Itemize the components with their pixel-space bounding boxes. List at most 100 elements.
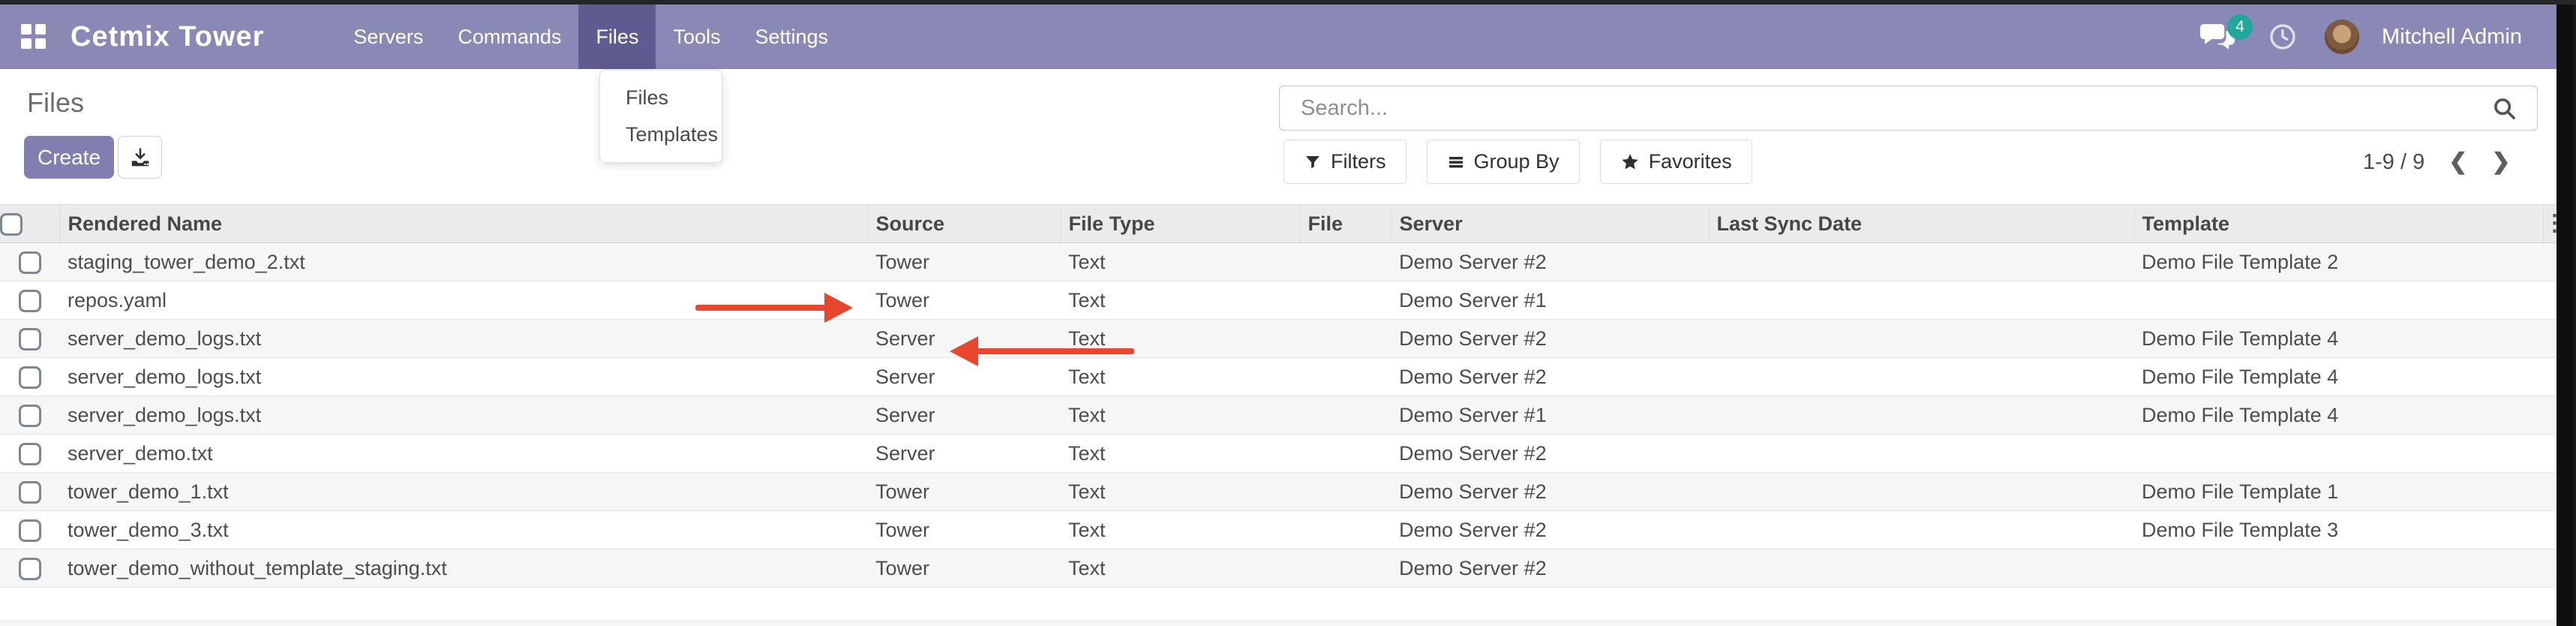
row-select-cell <box>0 243 60 281</box>
cell-last-sync-date <box>1709 320 2134 358</box>
cell-server: Demo Server #1 <box>1392 396 1709 435</box>
favorites-button[interactable]: Favorites <box>1600 140 1752 184</box>
messages-button[interactable]: 4 <box>2200 22 2235 52</box>
cell-template: Demo File Template 2 <box>2134 243 2543 281</box>
col-header-file[interactable]: File <box>1300 205 1392 243</box>
favorites-label: Favorites <box>1649 150 1732 173</box>
user-avatar[interactable] <box>2325 20 2359 54</box>
cell-source: Tower <box>868 473 1061 511</box>
cell-last-sync-date <box>1709 435 2134 473</box>
row-checkbox[interactable] <box>19 519 41 542</box>
row-end-spacer <box>2543 511 2556 549</box>
select-all-checkbox[interactable] <box>0 213 23 236</box>
cell-server: Demo Server #1 <box>1392 281 1709 320</box>
search-icon[interactable] <box>2492 96 2517 122</box>
cell-server: Demo Server #2 <box>1392 511 1709 549</box>
col-header-file-type[interactable]: File Type <box>1061 205 1300 243</box>
cell-last-sync-date <box>1709 281 2134 320</box>
col-header-server[interactable]: Server <box>1392 205 1709 243</box>
col-header-template[interactable]: Template <box>2134 205 2543 243</box>
filters-button[interactable]: Filters <box>1283 140 1407 184</box>
apps-grid-icon[interactable] <box>21 24 47 50</box>
nav-item-settings[interactable]: Settings <box>737 5 845 69</box>
cell-last-sync-date <box>1709 358 2134 396</box>
window-right-edge <box>2556 0 2576 626</box>
cell-rendered-name: server_demo.txt <box>60 435 868 473</box>
col-header-last-sync[interactable]: Last Sync Date <box>1709 205 2134 243</box>
table-row[interactable]: tower_demo_without_template_staging.txtT… <box>0 549 2556 588</box>
pager-next-icon[interactable]: ❯ <box>2491 151 2510 173</box>
cell-template: Demo File Template 4 <box>2134 396 2543 435</box>
menu-item-templates[interactable]: Templates <box>600 116 722 153</box>
cell-server: Demo Server #2 <box>1392 549 1709 588</box>
cell-template: Demo File Template 3 <box>2134 511 2543 549</box>
table-row[interactable]: server_demo_logs.txtServerTextDemo Serve… <box>0 358 2556 396</box>
row-checkbox[interactable] <box>19 481 41 504</box>
row-checkbox[interactable] <box>19 366 41 389</box>
cell-server: Demo Server #2 <box>1392 243 1709 281</box>
cell-file <box>1300 549 1392 588</box>
table-row[interactable]: staging_tower_demo_2.txtTowerTextDemo Se… <box>0 243 2556 281</box>
user-menu[interactable]: Mitchell Admin <box>2382 25 2522 50</box>
cell-template: Demo File Template 4 <box>2134 320 2543 358</box>
cell-template: Demo File Template 4 <box>2134 358 2543 396</box>
cell-file-type: Text <box>1061 281 1300 320</box>
cell-file-type: Text <box>1061 435 1300 473</box>
pager-previous-icon[interactable]: ❮ <box>2448 151 2467 173</box>
group-by-button[interactable]: Group By <box>1427 140 1580 184</box>
table-header-row: Rendered Name Source File Type File Serv… <box>0 205 2556 243</box>
cell-file <box>1300 435 1392 473</box>
nav-item-commands[interactable]: Commands <box>440 5 578 69</box>
table-row[interactable]: repos.yamlTowerTextDemo Server #1 <box>0 281 2556 320</box>
select-all-header <box>0 205 60 243</box>
row-select-cell <box>0 396 60 435</box>
row-checkbox[interactable] <box>19 328 41 351</box>
table-row[interactable]: server_demo.txtServerText Demo Server #2 <box>0 435 2556 473</box>
cell-file-type: Text <box>1061 511 1300 549</box>
nav-item-servers[interactable]: Servers <box>336 5 440 69</box>
cell-source: Tower <box>868 511 1061 549</box>
table-row[interactable]: server_demo_logs.txtServerTextDemo Serve… <box>0 320 2556 358</box>
import-button[interactable] <box>118 136 162 179</box>
col-header-rendered-name[interactable]: Rendered Name <box>60 205 868 243</box>
cell-source: Server <box>868 435 1061 473</box>
cell-template: Demo File Template 1 <box>2134 473 2543 511</box>
create-button[interactable]: Create <box>24 136 114 179</box>
row-checkbox[interactable] <box>19 290 41 312</box>
cell-server: Demo Server #2 <box>1392 435 1709 473</box>
pager-range: 1-9 / 9 <box>2363 150 2424 175</box>
bars-icon <box>1447 153 1465 171</box>
row-checkbox[interactable] <box>19 443 41 465</box>
navbar: Cetmix Tower Servers Commands Files Tool… <box>0 5 2556 69</box>
search-input[interactable] <box>1280 86 2537 130</box>
cell-server: Demo Server #2 <box>1392 320 1709 358</box>
row-checkbox[interactable] <box>19 558 41 580</box>
cell-file-type: Text <box>1061 243 1300 281</box>
nav-item-tools[interactable]: Tools <box>656 5 737 69</box>
col-header-source[interactable]: Source <box>868 205 1061 243</box>
row-select-cell <box>0 549 60 588</box>
row-checkbox[interactable] <box>19 405 41 427</box>
nav-item-files[interactable]: Files <box>578 5 656 69</box>
cell-source: Tower <box>868 243 1061 281</box>
cell-file-type: Text <box>1061 549 1300 588</box>
row-end-spacer <box>2543 435 2556 473</box>
cell-rendered-name: tower_demo_3.txt <box>60 511 868 549</box>
cell-server: Demo Server #2 <box>1392 473 1709 511</box>
cell-file-type: Text <box>1061 396 1300 435</box>
table-row[interactable]: tower_demo_3.txtTowerText Demo Server #2 D… <box>0 511 2556 549</box>
search-box <box>1279 86 2538 131</box>
activities-clock-icon[interactable] <box>2268 22 2298 52</box>
row-end-spacer <box>2543 320 2556 358</box>
table-row[interactable]: server_demo_logs.txtServerTextDemo Serve… <box>0 396 2556 435</box>
filters-label: Filters <box>1331 150 1386 173</box>
menu-item-files[interactable]: Files <box>600 80 722 116</box>
cell-template <box>2134 435 2543 473</box>
files-list-table: Rendered Name Source File Type File Serv… <box>0 204 2556 588</box>
next-row-sliver <box>0 620 2556 626</box>
files-menu-dropdown: Files Templates <box>599 70 722 163</box>
table-row[interactable]: tower_demo_1.txtTowerTextDemo Server #2D… <box>0 473 2556 511</box>
row-checkbox[interactable] <box>19 251 41 274</box>
cell-source: Server <box>868 358 1061 396</box>
window-top-edge <box>0 0 2576 5</box>
